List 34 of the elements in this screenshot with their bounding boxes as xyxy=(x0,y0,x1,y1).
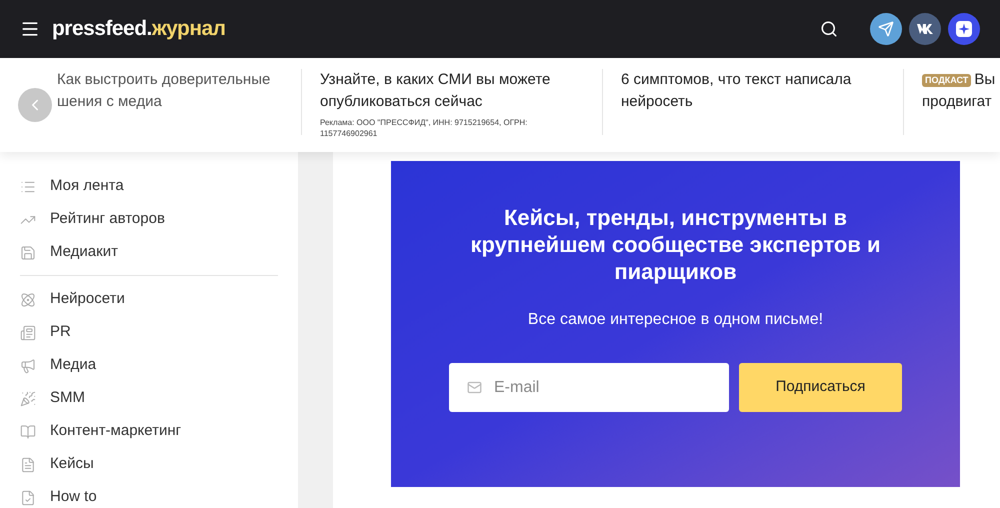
book-icon xyxy=(20,424,36,440)
banner-subtitle: Все самое интересное в одном письме! xyxy=(528,310,824,330)
sidebar-link[interactable]: Контент-маркетинг xyxy=(50,420,182,443)
headline-link[interactable]: 6 симптомов, что текст написала нейросеть xyxy=(621,69,885,113)
envelope-icon xyxy=(467,380,482,395)
floppy-icon xyxy=(20,244,36,260)
party-popper-icon xyxy=(20,390,36,406)
sidebar-link[interactable]: Рейтинг авторов xyxy=(50,208,165,231)
megaphone-icon xyxy=(20,358,36,374)
banner-title: Кейсы, тренды, инструменты в крупнейшем сообществе экспертов и пиарщиков xyxy=(469,204,882,285)
sidebar-link[interactable]: PR xyxy=(50,321,71,344)
podcast-tag: ПОДКАСТ xyxy=(922,74,972,87)
headline-link[interactable]: Узнайте, в каких СМИ вы можете опубликоваться сейчас xyxy=(320,69,584,113)
document-check-icon xyxy=(20,490,36,506)
sidebar-link[interactable]: Моя лента xyxy=(50,175,124,198)
atom-icon xyxy=(20,292,36,308)
vk-logo-icon[interactable] xyxy=(909,13,941,45)
email-field[interactable]: E-mail xyxy=(449,363,729,412)
sidebar-link[interactable]: Кейсы xyxy=(50,453,94,476)
sidebar-link[interactable]: How to xyxy=(50,486,97,508)
sidebar-link[interactable]: SMM xyxy=(50,387,85,410)
headline-link[interactable]: Как выстроить доверительные шения с медиа xyxy=(57,69,283,113)
sidebar-link[interactable]: Нейросети xyxy=(50,288,125,311)
headline-link[interactable]: ПОДКАСТ Вы продвигат xyxy=(922,69,999,113)
paper-plane-icon[interactable] xyxy=(870,13,902,45)
search-icon[interactable] xyxy=(820,20,838,38)
star-square-icon[interactable] xyxy=(948,13,980,45)
newspaper-icon xyxy=(20,324,36,340)
ad-disclaimer: Реклама: ООО "ПРЕССФИД", ИНН: 9715219654, ОГРН: 1157746902961 xyxy=(320,117,528,139)
sidebar-link[interactable]: Медиакит xyxy=(50,241,118,264)
sidebar-link[interactable]: Медиа xyxy=(50,354,96,377)
subscribe-button[interactable]: Подписаться xyxy=(739,363,902,412)
document-icon xyxy=(20,456,36,472)
logo[interactable]: pressfeed.журнал xyxy=(52,13,226,45)
